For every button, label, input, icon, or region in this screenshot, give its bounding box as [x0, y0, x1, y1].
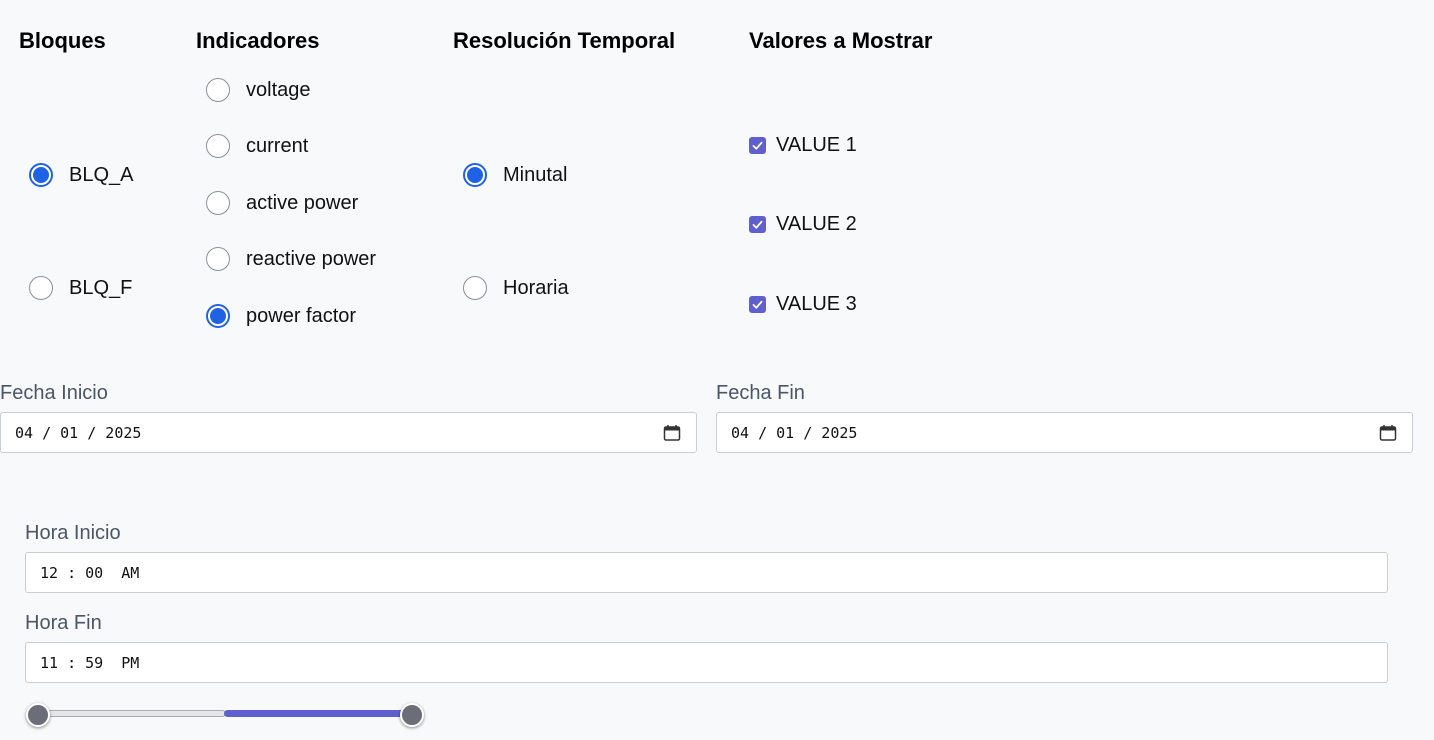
radio-label: BLQ_F — [69, 276, 133, 299]
radio-button[interactable] — [463, 163, 487, 187]
hora-inicio-input[interactable]: 12 : 00 AM — [25, 552, 1388, 593]
calendar-icon[interactable] — [663, 424, 681, 442]
radio-button[interactable] — [29, 163, 53, 187]
fecha-inicio-value: 04 / 01 / 2025 — [15, 423, 142, 442]
radio-button[interactable] — [29, 276, 53, 300]
radio-option-blq-f[interactable]: BLQ_F — [29, 276, 132, 300]
checkmark-icon — [752, 141, 763, 150]
radio-label: reactive power — [246, 247, 377, 270]
hora-inicio-value: 12 : 00 AM — [40, 563, 140, 582]
radio-option-blq-a[interactable]: BLQ_A — [29, 163, 133, 187]
valores-title: Valores a Mostrar — [749, 28, 933, 53]
checkbox-checked[interactable] — [749, 296, 766, 313]
checkmark-icon — [752, 220, 763, 229]
radio-button[interactable] — [206, 191, 230, 215]
checkbox-label: VALUE 2 — [776, 213, 857, 235]
radio-option-active-power[interactable]: active power — [206, 191, 358, 215]
fecha-inicio-input[interactable]: 04 / 01 / 2025 — [0, 412, 697, 453]
fecha-fin-value: 04 / 01 / 2025 — [731, 423, 858, 442]
hora-inicio-label: Hora Inicio — [25, 522, 121, 544]
radio-option-power-factor[interactable]: power factor — [206, 304, 356, 328]
hora-fin-label: Hora Fin — [25, 612, 102, 634]
radio-label: BLQ_A — [69, 163, 134, 186]
slider-end-handle[interactable] — [400, 703, 424, 727]
checkbox-option-value-3[interactable]: VALUE 3 — [749, 293, 857, 316]
resolucion-title: Resolución Temporal — [453, 28, 676, 53]
radio-option-voltage[interactable]: voltage — [206, 78, 311, 102]
radio-button[interactable] — [206, 134, 230, 158]
radio-button[interactable] — [463, 276, 487, 300]
radio-option-reactive-power[interactable]: reactive power — [206, 247, 376, 271]
checkbox-option-value-2[interactable]: VALUE 2 — [749, 213, 857, 236]
bloques-title: Bloques — [19, 28, 106, 53]
radio-option-horaria[interactable]: Horaria — [463, 276, 569, 300]
checkbox-option-value-1[interactable]: VALUE 1 — [749, 134, 857, 157]
checkbox-label: VALUE 1 — [776, 134, 857, 156]
radio-label: power factor — [246, 304, 357, 327]
calendar-icon[interactable] — [1379, 424, 1397, 442]
checkbox-checked[interactable] — [749, 137, 766, 154]
radio-button[interactable] — [206, 247, 230, 271]
time-range-slider[interactable] — [26, 700, 426, 730]
indicadores-title: Indicadores — [196, 28, 320, 53]
radio-label: voltage — [246, 78, 311, 101]
hora-fin-input[interactable]: 11 : 59 PM — [25, 642, 1388, 683]
fecha-inicio-label: Fecha Inicio — [0, 382, 108, 404]
radio-option-minutal[interactable]: Minutal — [463, 163, 567, 187]
radio-label: Horaria — [503, 276, 569, 299]
slider-track-selected[interactable] — [224, 710, 414, 717]
slider-track[interactable] — [38, 710, 226, 717]
radio-button[interactable] — [206, 304, 230, 328]
checkbox-checked[interactable] — [749, 216, 766, 233]
radio-label: current — [246, 134, 309, 157]
checkmark-icon — [752, 300, 763, 309]
fecha-fin-label: Fecha Fin — [716, 382, 805, 404]
hora-fin-value: 11 : 59 PM — [40, 653, 140, 672]
checkbox-label: VALUE 3 — [776, 293, 857, 315]
fecha-fin-input[interactable]: 04 / 01 / 2025 — [716, 412, 1413, 453]
slider-start-handle[interactable] — [26, 703, 50, 727]
radio-label: active power — [246, 191, 359, 214]
radio-label: Minutal — [503, 163, 568, 186]
radio-button[interactable] — [206, 78, 230, 102]
radio-option-current[interactable]: current — [206, 134, 308, 158]
